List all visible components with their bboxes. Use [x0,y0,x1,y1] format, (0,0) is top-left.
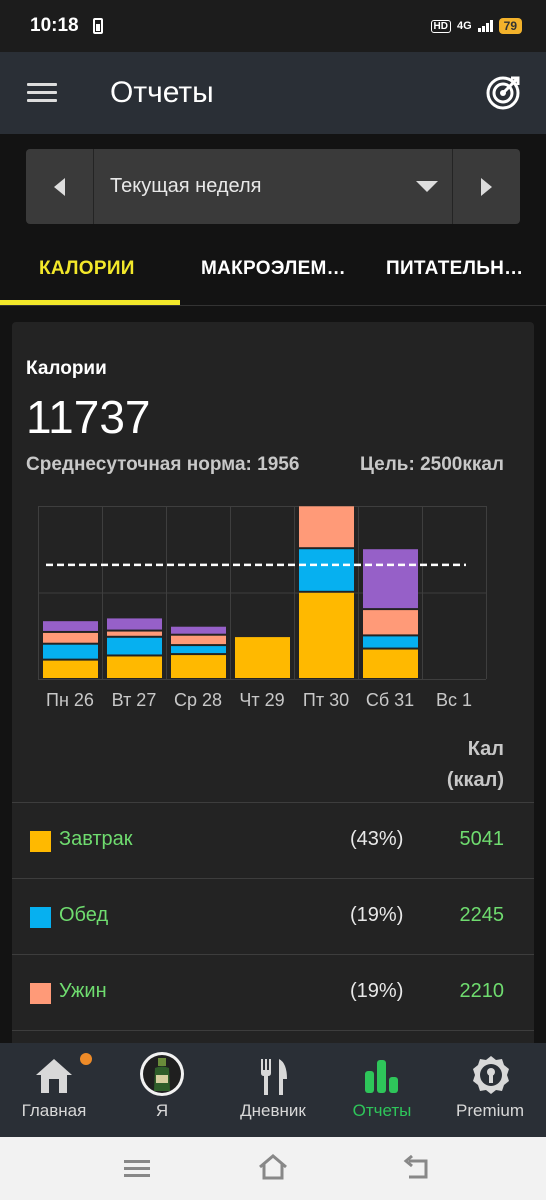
recent-apps-icon[interactable] [124,1158,150,1178]
meal-name: Ужин [59,980,107,1002]
caret-down-icon [416,181,438,192]
home-icon [36,1059,72,1093]
bar-segment [235,637,290,678]
bar-segment [107,631,162,636]
bar-segment [171,655,226,678]
calories-chart: Пн 26 Вт 27 Ср 28 Чт 29 Пт 30 Сб 31 Вс 1 [38,506,487,710]
premium-badge-icon [473,1056,509,1094]
bar-segment [43,644,98,659]
avatar-icon [140,1052,184,1096]
bar-segment [43,660,98,678]
column-header-line2: (ккал) [446,769,504,791]
meal-calories: 2245 [459,904,505,926]
bar-segment [363,610,418,635]
previous-period-button[interactable] [26,149,94,224]
summary-label: Калории [26,358,107,379]
nav-label: Дневник [240,1101,306,1120]
meal-calories: 5041 [459,828,505,850]
nav-home[interactable]: Главная [14,1043,94,1137]
total-calories: 11737 [26,391,151,443]
report-tabs: КАЛОРИИ МАКРОЭЛЕМ… ПИТАТЕЛЬН… [0,234,546,306]
period-dropdown[interactable]: Текущая неделя [94,149,452,224]
status-time: 10:18 [30,15,79,36]
bar-segment [299,592,354,678]
nav-label: Главная [21,1101,87,1120]
x-tick-label: Вс 1 [436,690,472,710]
bar-segment [43,621,98,631]
system-navigation-bar [0,1137,546,1200]
nav-premium[interactable]: Premium [452,1043,528,1137]
nav-label: Я [155,1101,169,1120]
nav-label: Premium [455,1101,524,1120]
meal-percent: (19%) [350,904,404,926]
bar-segment [107,618,162,630]
bar-segment [107,656,162,678]
meal-percent: (19%) [350,980,404,1002]
tab-calories[interactable]: КАЛОРИИ [39,258,135,280]
network-label: 4G [456,20,472,32]
x-tick-label: Сб 31 [366,690,414,710]
signal-icon [477,20,493,32]
period-label: Текущая неделя [110,175,262,197]
bar-segment [363,649,418,678]
column-header: Кал (ккал) [447,734,504,796]
bar-segment [299,549,354,591]
lunch-color-swatch [30,907,51,928]
x-tick-label: Вт 27 [112,690,157,710]
status-bar: 10:18 HD 4G 79 [0,0,546,52]
meal-row-breakfast[interactable]: Завтрак (43%) 5041 [12,802,534,878]
calories-report-card: Калории 11737 Среднесуточная норма: 1956… [12,322,534,1082]
meal-row-lunch[interactable]: Обед (19%) 2245 [12,878,534,954]
dinner-color-swatch [30,983,51,1004]
active-tab-indicator [0,300,180,305]
app-bar: Отчеты [0,52,546,134]
next-period-button[interactable] [452,149,520,224]
bar-segment [171,646,226,654]
meal-name: Обед [59,904,109,926]
bar-segment [363,636,418,648]
notification-dot [80,1053,92,1065]
page-title: Отчеты [110,76,214,109]
tab-macronutrients[interactable]: МАКРОЭЛЕМ… [201,258,346,280]
x-tick-label: Пт 30 [303,690,349,710]
bar-segment [107,637,162,655]
x-tick-label: Чт 29 [239,690,284,710]
period-selector: Текущая неделя [26,149,520,224]
breakfast-color-swatch [30,831,51,852]
nav-label: Отчеты [352,1101,412,1120]
column-header-line1: Кал [467,738,504,760]
bar-segment [171,635,226,645]
chevron-right-icon [481,177,492,196]
hamburger-menu-icon[interactable] [27,83,57,103]
x-tick-label: Пн 26 [46,690,94,710]
fork-knife-icon [261,1059,287,1095]
hd-icon: HD [430,19,451,33]
nav-diary[interactable]: Дневник [232,1043,314,1137]
home-nav-icon[interactable] [257,1153,289,1181]
battery-saver-icon [92,18,103,34]
meal-percent: (43%) [350,828,404,850]
nav-me[interactable]: Я [122,1043,202,1137]
bar-segment [363,549,418,609]
bar-segment [171,626,226,634]
calorie-goal: Цель: 2500ккал [360,454,504,475]
bar-segment [299,506,354,548]
battery-level: 79 [498,18,522,34]
back-icon[interactable] [403,1155,431,1181]
bar-chart-icon [365,1060,398,1093]
nav-reports[interactable]: Отчеты [344,1043,420,1137]
tab-nutrients[interactable]: ПИТАТЕЛЬН… [386,258,523,280]
daily-average: Среднесуточная норма: 1956 [26,454,300,475]
target-icon[interactable] [486,74,522,110]
x-tick-label: Ср 28 [174,690,222,710]
meal-name: Завтрак [59,828,133,850]
meal-calories: 2210 [459,980,505,1002]
bar-segment [43,632,98,643]
chevron-left-icon [54,177,65,196]
meal-row-dinner[interactable]: Ужин (19%) 2210 [12,954,534,1030]
bottom-navigation: Главная Я Дневник Отчеты Premium [0,1043,546,1137]
